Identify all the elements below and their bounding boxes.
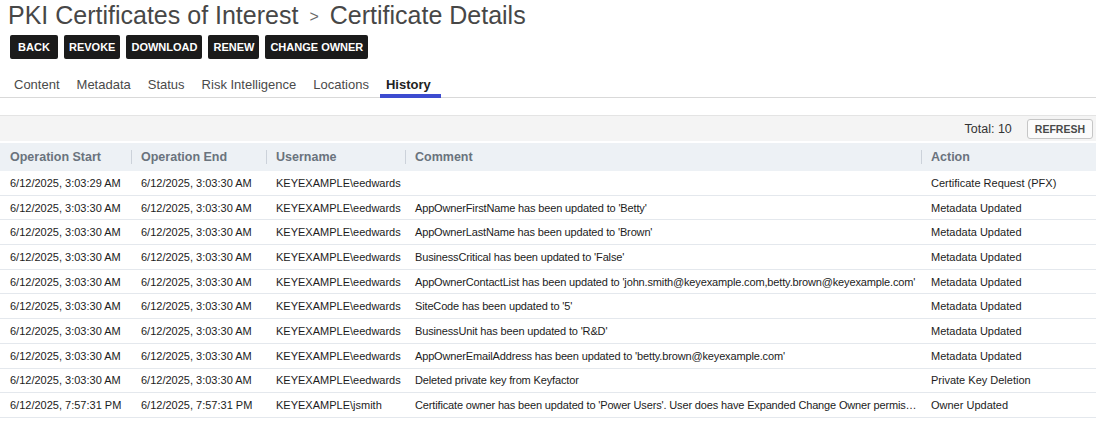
tab-bar: Content Metadata Status Risk Intelligenc… xyxy=(0,77,1096,98)
cell-operation-start: 6/12/2025, 3:03:30 AM xyxy=(0,276,131,288)
cell-operation-end: 6/12/2025, 3:03:30 AM xyxy=(131,300,266,312)
column-header-username[interactable]: Username xyxy=(266,143,405,171)
cell-action: Metadata Updated xyxy=(921,251,1096,263)
cell-username: KEYEXAMPLE\eedwards xyxy=(266,276,405,288)
table-row[interactable]: 6/12/2025, 3:03:29 AM 6/12/2025, 3:03:30… xyxy=(0,171,1096,196)
cell-username: KEYEXAMPLE\eedwards xyxy=(266,374,405,386)
cell-comment: AppOwnerFirstName has been updated to 'B… xyxy=(405,202,921,214)
cell-operation-end: 6/12/2025, 3:03:30 AM xyxy=(131,202,266,214)
cell-comment: SiteCode has been updated to '5' xyxy=(405,300,921,312)
page-title: Certificate Details xyxy=(330,1,526,30)
cell-action: Owner Updated xyxy=(921,399,1096,411)
total-count: Total: 10 xyxy=(965,122,1012,136)
history-grid: Total: 10 REFRESH Operation Start Operat… xyxy=(0,115,1096,418)
table-row[interactable]: 6/12/2025, 3:03:30 AM 6/12/2025, 3:03:30… xyxy=(0,369,1096,394)
cell-operation-start: 6/12/2025, 3:03:30 AM xyxy=(0,350,131,362)
cell-comment: AppOwnerEmailAddress has been updated to… xyxy=(405,350,921,362)
cell-operation-start: 6/12/2025, 7:57:31 PM xyxy=(0,399,131,411)
renew-button[interactable]: RENEW xyxy=(208,35,259,59)
cell-operation-end: 6/12/2025, 3:03:30 AM xyxy=(131,226,266,238)
table-row[interactable]: 6/12/2025, 3:03:30 AM 6/12/2025, 3:03:30… xyxy=(0,220,1096,245)
table-row[interactable]: 6/12/2025, 3:03:30 AM 6/12/2025, 3:03:30… xyxy=(0,196,1096,221)
table-row[interactable]: 6/12/2025, 3:03:30 AM 6/12/2025, 3:03:30… xyxy=(0,344,1096,369)
cell-username: KEYEXAMPLE\eedwards xyxy=(266,226,405,238)
cell-action: Metadata Updated xyxy=(921,226,1096,238)
grid-body: 6/12/2025, 3:03:29 AM 6/12/2025, 3:03:30… xyxy=(0,171,1096,418)
cell-action: Metadata Updated xyxy=(921,276,1096,288)
tab-risk-intelligence[interactable]: Risk Intelligence xyxy=(196,77,303,97)
cell-operation-start: 6/12/2025, 3:03:30 AM xyxy=(0,325,131,337)
cell-username: KEYEXAMPLE\eedwards xyxy=(266,177,405,189)
cell-comment: AppOwnerLastName has been updated to 'Br… xyxy=(405,226,921,238)
cell-action: Metadata Updated xyxy=(921,202,1096,214)
tab-locations[interactable]: Locations xyxy=(307,77,375,97)
table-row[interactable]: 6/12/2025, 7:57:31 PM 6/12/2025, 7:57:31… xyxy=(0,393,1096,418)
table-row[interactable]: 6/12/2025, 3:03:30 AM 6/12/2025, 3:03:30… xyxy=(0,245,1096,270)
cell-operation-start: 6/12/2025, 3:03:30 AM xyxy=(0,374,131,386)
grid-toolbar: Total: 10 REFRESH xyxy=(0,115,1096,141)
cell-operation-end: 6/12/2025, 3:03:30 AM xyxy=(131,251,266,263)
cell-username: KEYEXAMPLE\jsmith xyxy=(266,399,405,411)
cell-comment: BusinessUnit has been updated to 'R&D' xyxy=(405,325,921,337)
certificate-details-page: PKI Certificates of Interest > Certifica… xyxy=(0,0,1096,433)
cell-operation-start: 6/12/2025, 3:03:29 AM xyxy=(0,177,131,189)
cell-operation-start: 6/12/2025, 3:03:30 AM xyxy=(0,251,131,263)
cell-action: Metadata Updated xyxy=(921,325,1096,337)
column-header-action[interactable]: Action xyxy=(921,143,1096,171)
column-header-operation-start[interactable]: Operation Start xyxy=(0,143,131,171)
cell-operation-end: 6/12/2025, 3:03:30 AM xyxy=(131,325,266,337)
grid-header-row: Operation Start Operation End Username C… xyxy=(0,143,1096,171)
cell-operation-end: 6/12/2025, 3:03:30 AM xyxy=(131,374,266,386)
table-row[interactable]: 6/12/2025, 3:03:30 AM 6/12/2025, 3:03:30… xyxy=(0,270,1096,295)
change-owner-button[interactable]: CHANGE OWNER xyxy=(265,35,368,59)
tab-history[interactable]: History xyxy=(380,77,437,97)
refresh-button[interactable]: REFRESH xyxy=(1027,119,1093,139)
cell-username: KEYEXAMPLE\eedwards xyxy=(266,251,405,263)
download-button[interactable]: DOWNLOAD xyxy=(126,35,202,59)
cell-action: Certificate Request (PFX) xyxy=(921,177,1096,189)
cell-action: Metadata Updated xyxy=(921,300,1096,312)
back-button[interactable]: BACK xyxy=(10,35,58,59)
cell-operation-end: 6/12/2025, 3:03:30 AM xyxy=(131,350,266,362)
cell-action: Private Key Deletion xyxy=(921,374,1096,386)
cell-operation-start: 6/12/2025, 3:03:30 AM xyxy=(0,300,131,312)
tab-content[interactable]: Content xyxy=(8,77,66,97)
tab-status[interactable]: Status xyxy=(142,77,191,97)
cell-comment: BusinessCritical has been updated to 'Fa… xyxy=(405,251,921,263)
revoke-button[interactable]: REVOKE xyxy=(64,35,120,59)
column-header-comment[interactable]: Comment xyxy=(405,143,921,171)
cell-operation-start: 6/12/2025, 3:03:30 AM xyxy=(0,226,131,238)
action-button-row: BACK REVOKE DOWNLOAD RENEW CHANGE OWNER xyxy=(10,35,1096,59)
cell-operation-end: 6/12/2025, 7:57:31 PM xyxy=(131,399,266,411)
cell-operation-end: 6/12/2025, 3:03:30 AM xyxy=(131,177,266,189)
cell-username: KEYEXAMPLE\eedwards xyxy=(266,202,405,214)
cell-comment: Deleted private key from Keyfactor xyxy=(405,374,921,386)
breadcrumb: PKI Certificates of Interest > Certifica… xyxy=(0,0,1096,30)
tab-metadata[interactable]: Metadata xyxy=(71,77,137,97)
cell-operation-start: 6/12/2025, 3:03:30 AM xyxy=(0,202,131,214)
cell-comment: AppOwnerContactList has been updated to … xyxy=(405,276,921,288)
table-row[interactable]: 6/12/2025, 3:03:30 AM 6/12/2025, 3:03:30… xyxy=(0,319,1096,344)
breadcrumb-section[interactable]: PKI Certificates of Interest xyxy=(8,1,298,30)
breadcrumb-separator-icon: > xyxy=(309,8,318,26)
cell-operation-end: 6/12/2025, 3:03:30 AM xyxy=(131,276,266,288)
cell-action: Metadata Updated xyxy=(921,350,1096,362)
table-row[interactable]: 6/12/2025, 3:03:30 AM 6/12/2025, 3:03:30… xyxy=(0,294,1096,319)
column-header-operation-end[interactable]: Operation End xyxy=(131,143,266,171)
cell-username: KEYEXAMPLE\eedwards xyxy=(266,350,405,362)
cell-username: KEYEXAMPLE\eedwards xyxy=(266,325,405,337)
cell-username: KEYEXAMPLE\eedwards xyxy=(266,300,405,312)
cell-comment: Certificate owner has been updated to 'P… xyxy=(405,399,921,411)
